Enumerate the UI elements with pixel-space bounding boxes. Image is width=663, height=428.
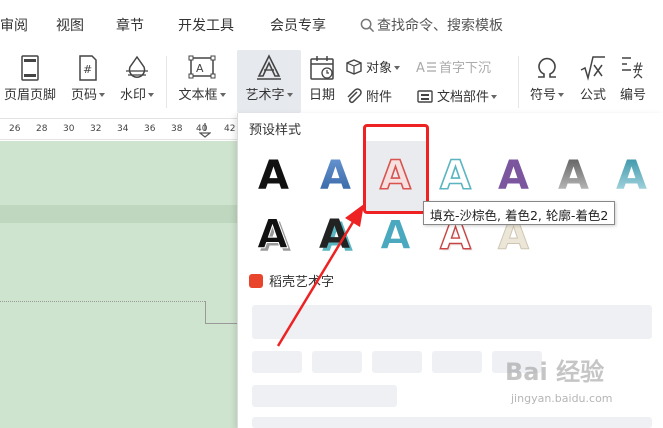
watermark-main: Bai 经验 (505, 358, 605, 386)
watermark-url: jingyan.baidu.com (511, 392, 613, 405)
baidu-watermark: Bai 经验 jingyan.baidu.com (505, 352, 655, 412)
